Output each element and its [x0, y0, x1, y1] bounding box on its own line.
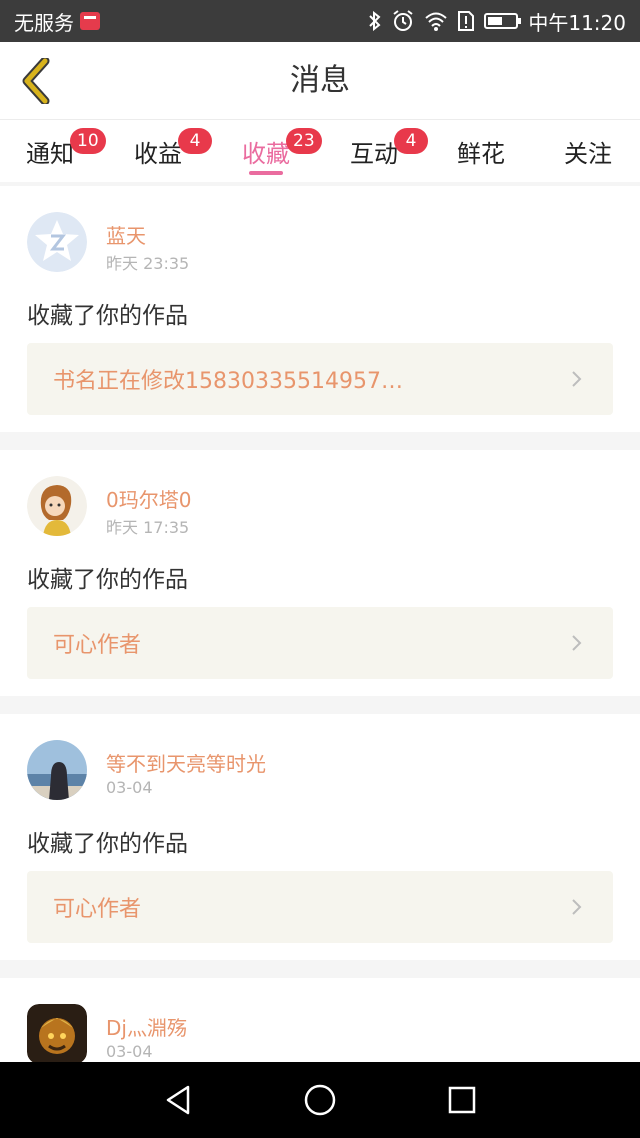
timestamp: 昨天 17:35: [106, 518, 190, 537]
badge-interactions: 4: [394, 128, 428, 154]
message-card: Dj灬淵殇 03-04: [0, 978, 640, 1068]
timestamp: 03-04: [106, 778, 153, 797]
action-text: 收藏了你的作品: [27, 831, 188, 857]
square-recents-icon: [448, 1086, 476, 1114]
nav-home-button[interactable]: [300, 1080, 340, 1120]
tab-interactions[interactable]: 互动 4: [324, 120, 428, 182]
tab-label: 通知: [26, 140, 74, 168]
message-card: 等不到天亮等时光 03-04 收藏了你的作品 可心作者: [0, 714, 640, 960]
wifi-icon: [424, 11, 448, 31]
qq-default-avatar-icon: [27, 212, 87, 272]
tab-earnings[interactable]: 收益 4: [108, 120, 212, 182]
badge-earnings: 4: [178, 128, 212, 154]
sim-card-icon: [80, 12, 100, 30]
tab-label: 互动: [350, 140, 398, 168]
action-text: 收藏了你的作品: [27, 567, 188, 593]
tab-label: 关注: [564, 140, 612, 168]
username[interactable]: 蓝天: [106, 220, 146, 249]
badge-notifications: 10: [70, 128, 106, 154]
active-tab-indicator: [249, 171, 283, 175]
bluetooth-icon: [368, 11, 382, 31]
avatar[interactable]: [27, 1004, 87, 1064]
chevron-right-icon: [572, 899, 582, 915]
app-header: 消息: [0, 42, 640, 120]
circle-home-icon: [304, 1084, 336, 1116]
work-link[interactable]: 可心作者: [27, 607, 613, 679]
system-nav-bar: [0, 1062, 640, 1138]
back-button[interactable]: [14, 56, 58, 106]
page-title: 消息: [290, 63, 350, 98]
work-title: 可心作者: [53, 897, 142, 922]
alarm-icon: [392, 10, 414, 32]
tab-label: 鲜花: [457, 140, 505, 168]
tab-label: 收益: [134, 140, 182, 168]
illustrated-girl-avatar-icon: [27, 476, 87, 536]
carrier-label: 无服务: [14, 10, 74, 35]
tab-following[interactable]: 关注: [538, 120, 638, 182]
nav-recents-button[interactable]: [442, 1080, 482, 1120]
tab-label: 收藏: [242, 140, 290, 168]
tab-favorites[interactable]: 收藏 23: [216, 120, 322, 182]
username[interactable]: 0玛尔塔0: [106, 484, 191, 513]
timestamp: 昨天 23:35: [106, 254, 190, 273]
tab-notifications[interactable]: 通知 10: [0, 120, 106, 182]
work-link[interactable]: 书名正在修改15830335514957…: [27, 343, 613, 415]
nav-back-button[interactable]: [158, 1080, 198, 1120]
message-tabs: 通知 10 收益 4 收藏 23 互动 4 鲜花 关注: [0, 120, 640, 182]
status-bar: 无服务 中午11:20: [0, 0, 640, 42]
seaside-photo-avatar-icon: [27, 740, 87, 800]
game-character-avatar-icon: [27, 1004, 87, 1064]
message-card: 蓝天 昨天 23:35 收藏了你的作品 书名正在修改15830335514957…: [0, 186, 640, 432]
triangle-back-icon: [166, 1085, 190, 1115]
work-title: 书名正在修改15830335514957…: [53, 369, 403, 394]
clock: 中午11:20: [528, 10, 626, 35]
chevron-right-icon: [572, 371, 582, 387]
avatar[interactable]: [27, 476, 87, 536]
sim-alert-icon: [458, 11, 475, 31]
chevron-left-icon: [22, 58, 50, 104]
message-card: 0玛尔塔0 昨天 17:35 收藏了你的作品 可心作者: [0, 450, 640, 696]
avatar[interactable]: [27, 212, 87, 272]
tab-flowers[interactable]: 鲜花: [431, 120, 531, 182]
action-text: 收藏了你的作品: [27, 303, 188, 329]
work-title: 可心作者: [53, 633, 142, 658]
username[interactable]: Dj灬淵殇: [106, 1012, 187, 1041]
badge-favorites: 23: [286, 128, 322, 154]
battery-icon: [484, 13, 522, 29]
timestamp: 03-04: [106, 1042, 153, 1061]
chevron-right-icon: [572, 635, 582, 651]
work-link[interactable]: 可心作者: [27, 871, 613, 943]
avatar[interactable]: [27, 740, 87, 800]
username[interactable]: 等不到天亮等时光: [106, 748, 266, 777]
